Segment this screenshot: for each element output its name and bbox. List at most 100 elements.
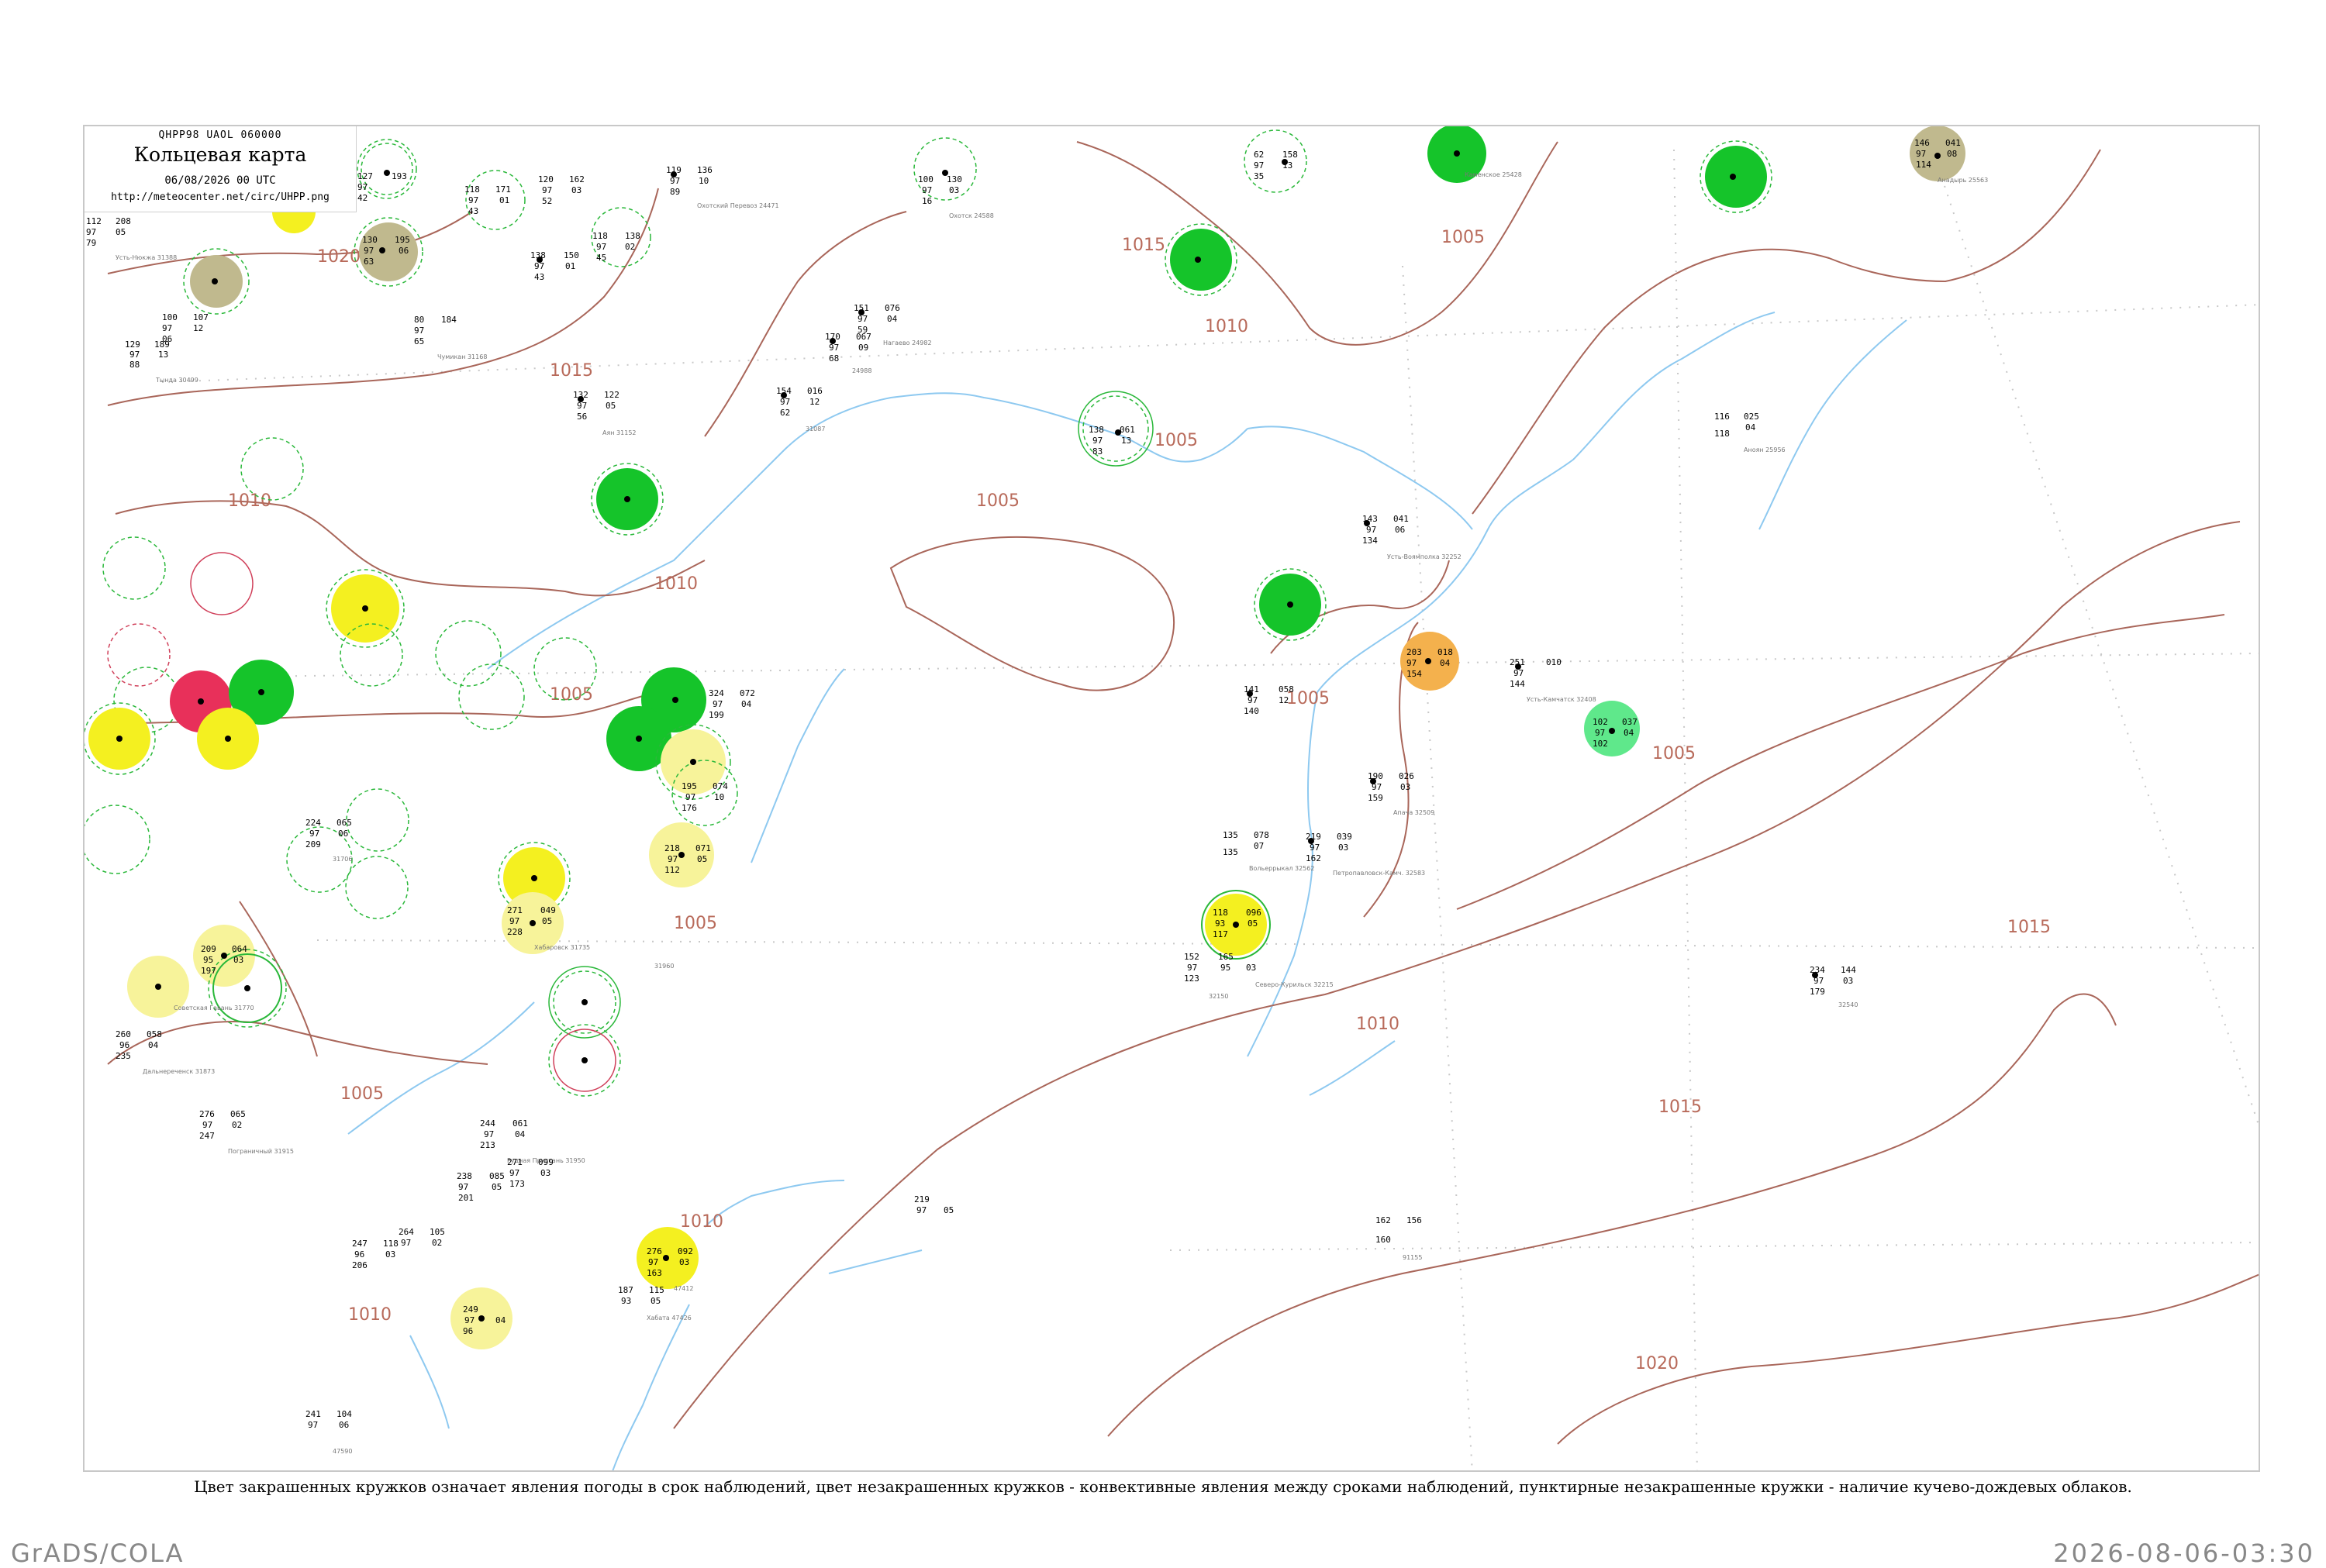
station-value: 05 (1248, 918, 1258, 929)
station-name: Охотск 24588 (949, 212, 994, 219)
station-value: 112 (664, 865, 680, 875)
station-value: 45 (596, 253, 606, 263)
station-value: 163 (647, 1268, 662, 1278)
station-value: 97 (468, 195, 478, 205)
station-name: Советская Гавань 31770 (174, 1005, 254, 1011)
station-value: 117 (1213, 929, 1228, 939)
isobar-label: 1010 (228, 491, 271, 511)
station-value: 10 (699, 176, 709, 186)
station-value: 162 (1375, 1215, 1391, 1225)
station-value: 122 (604, 390, 619, 400)
station-value: 235 (116, 1051, 131, 1061)
station-value: 06 (399, 246, 409, 256)
station-value: 058 (1279, 684, 1294, 694)
station-name: Охотский Перевоз 24471 (697, 202, 779, 209)
station-value: 039 (1337, 832, 1352, 842)
station-value: 195 (682, 781, 697, 791)
map-title: Кольцевая карта (133, 143, 307, 166)
station-value: 209 (305, 839, 321, 849)
station-value: 107 (193, 312, 209, 322)
station-value: 203 (1406, 647, 1422, 657)
station-value: 213 (480, 1140, 495, 1150)
station-value: 97 (364, 246, 374, 256)
station-value: 123 (1184, 974, 1199, 984)
station-value: 97 (414, 326, 424, 336)
station-value: 276 (647, 1246, 662, 1256)
station-value: 09 (858, 343, 868, 353)
station-value: 100 (918, 174, 934, 184)
station-value: 96 (463, 1326, 473, 1336)
station-value: 140 (1244, 706, 1259, 716)
isobar-label: 1005 (1441, 228, 1485, 247)
station-value: 93 (621, 1296, 631, 1306)
station-value: 97 (1406, 658, 1417, 668)
isobar-1015-se (1107, 993, 2117, 1437)
station-value: 97 (509, 916, 519, 926)
station-value: 041 (1945, 138, 1961, 148)
station-value: 189 (154, 339, 170, 350)
station-value: 97 (922, 185, 932, 195)
station-value: 80 (414, 315, 424, 325)
station-value: 97 (858, 314, 868, 324)
station-value: 79 (86, 238, 96, 248)
station-value: 135 (1223, 830, 1238, 840)
station-value: 067 (856, 332, 871, 342)
isobar-1005-ne (1472, 149, 2101, 515)
station-value: 97 (202, 1120, 212, 1130)
station-circle (85, 805, 150, 874)
isobar-1015-n (704, 211, 907, 437)
station-value: 076 (885, 303, 900, 313)
station-value: 97 (1092, 436, 1103, 446)
station-value: 118 (1714, 429, 1730, 439)
station-value: 97 (1916, 149, 1926, 159)
station-value: 271 (507, 1157, 523, 1167)
station-value: 179 (1810, 987, 1825, 997)
station-value: 03 (571, 185, 582, 195)
station-value: 97 (162, 323, 172, 333)
station-value: 276 (199, 1109, 215, 1119)
station-value: 105 (430, 1227, 445, 1237)
station-readouts: 130 195 97 06 63 127 193 97 42 112 208 9… (86, 138, 1988, 1455)
station-value: 97 (464, 1315, 475, 1325)
station-value: 241 (305, 1409, 321, 1419)
station-value: 03 (1246, 963, 1256, 973)
station-value: 05 (651, 1296, 661, 1306)
isobar-label: 1010 (348, 1305, 392, 1325)
isobar-label: 1010 (680, 1212, 723, 1232)
station-value: 065 (230, 1109, 246, 1119)
station-name: Каменское 25428 (1465, 171, 1522, 178)
station-value: 118 (592, 231, 608, 241)
station-value: 04 (148, 1040, 159, 1050)
station-value: 97 (458, 1182, 468, 1192)
station-value: 97 (829, 343, 839, 353)
station-value: 271 (507, 905, 523, 915)
station-value: 104 (336, 1409, 352, 1419)
isobar-1010-sw (107, 1021, 488, 1065)
station-name: 31706 (333, 856, 352, 863)
station-value: 165 (1218, 952, 1234, 962)
station-value: 02 (232, 1120, 242, 1130)
station-value: 05 (606, 401, 616, 411)
station-value: 01 (499, 195, 509, 205)
station-value: 224 (305, 818, 321, 828)
station-value: 324 (709, 688, 724, 698)
station-value: 247 (199, 1131, 215, 1141)
station-value: 68 (829, 353, 839, 364)
station-value: 04 (741, 699, 752, 709)
station-value: 62 (1254, 150, 1264, 160)
synoptic-map[interactable]: 1020 1015 1010 1010 1005 1015 1010 1005 … (85, 126, 2260, 1472)
station-value: 03 (1338, 843, 1348, 853)
coastlines (347, 312, 1907, 1470)
source-url[interactable]: http://meteocenter.net/circ/UHPP.png (85, 191, 356, 203)
station-value: 037 (1622, 717, 1638, 727)
station-value: 219 (914, 1194, 930, 1204)
station-value: 04 (887, 314, 898, 324)
station-value: 061 (1120, 425, 1135, 435)
station-value: 08 (1947, 149, 1957, 159)
station-name: Дальнереченск 31873 (143, 1068, 215, 1075)
station-name: Хабаровск 31735 (534, 944, 590, 951)
station-value: 35 (1254, 171, 1264, 181)
station-value: 118 (464, 184, 480, 195)
station-value: 04 (515, 1129, 526, 1139)
station-value: 116 (1714, 412, 1730, 422)
